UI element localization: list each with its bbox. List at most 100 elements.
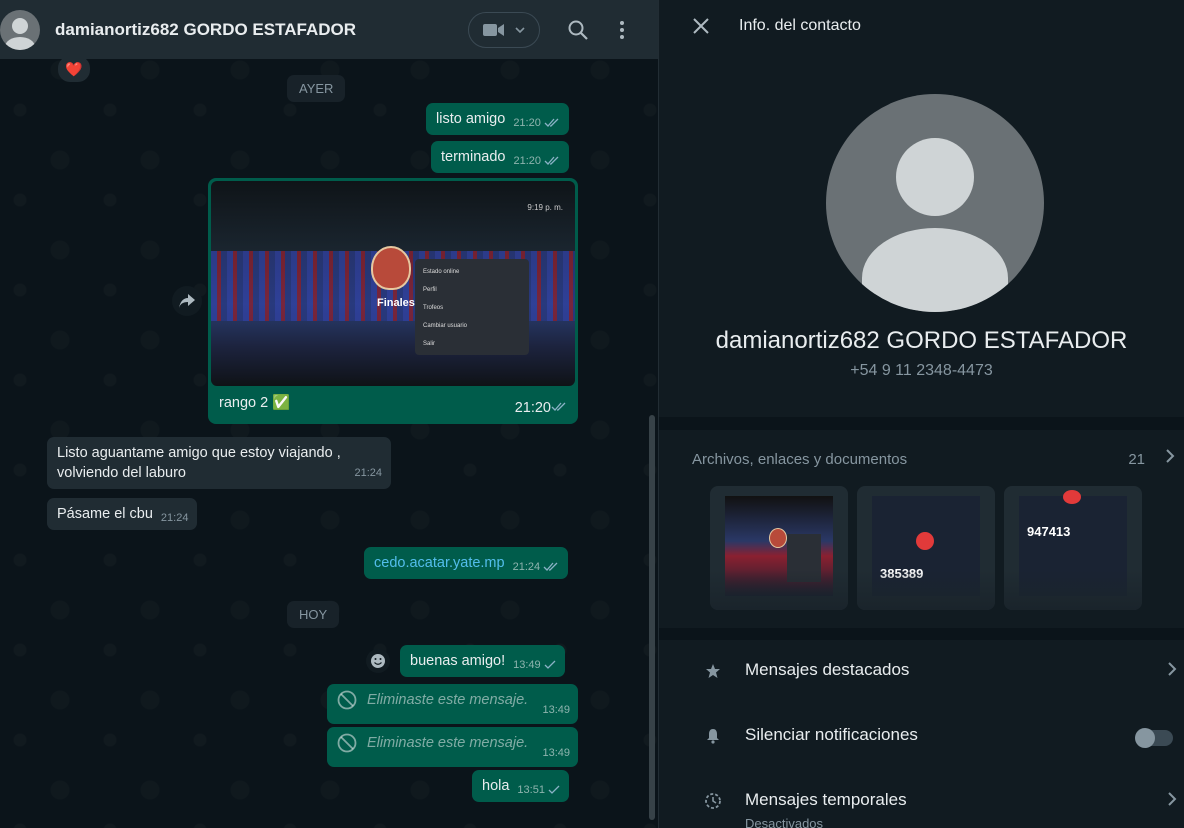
single-check-icon <box>544 660 556 669</box>
message-text: rango 2 ✅ <box>219 395 291 411</box>
starred-messages-row[interactable]: Mensajes destacados <box>659 640 1184 702</box>
chevron-right-icon <box>1168 792 1177 806</box>
photo-menu-item: Salir <box>423 341 436 347</box>
video-camera-icon <box>483 23 504 36</box>
profile-section: damianortiz682 GORDO ESTAFADOR +54 9 11 … <box>659 52 1184 417</box>
chevron-right-icon <box>1168 662 1177 676</box>
photo-attachment[interactable]: 9:19 p. m. Finales Estado online Perfil … <box>211 181 575 386</box>
ea-logo-icon <box>916 532 934 550</box>
media-count: 21 <box>1128 451 1145 468</box>
search-icon <box>568 20 588 40</box>
message-time: 21:20 <box>513 155 542 167</box>
message-deleted[interactable]: Eliminaste este mensaje. 13:49 <box>327 684 578 724</box>
message-outgoing[interactable]: cedo.acatar.yate.mp 21:24 <box>364 547 569 579</box>
emoji-react-button[interactable] <box>366 649 390 673</box>
shield-icon <box>769 528 787 548</box>
message-text: Eliminaste este mensaje. <box>367 735 529 751</box>
image-message[interactable]: 9:19 p. m. Finales Estado online Perfil … <box>208 178 578 424</box>
option-label: Mensajes destacados <box>745 660 910 679</box>
option-sublabel: Desactivados <box>745 816 824 828</box>
message-time: 13:49 <box>513 659 541 671</box>
video-call-button[interactable] <box>468 11 540 48</box>
blocked-icon <box>337 733 357 753</box>
heart-reaction: ❤️ <box>65 60 83 77</box>
blocked-icon <box>337 690 357 710</box>
single-check-icon <box>548 785 560 794</box>
photo-menu-item: Perfil <box>423 287 437 293</box>
media-thumbnail[interactable]: 947413 <box>1004 486 1142 610</box>
photo-clock: 9:19 p. m. <box>527 203 563 212</box>
chevron-right-icon <box>1166 449 1175 463</box>
double-check-icon <box>544 156 559 165</box>
photo-menu-item: Cambiar usuario <box>423 323 468 329</box>
message-time: 13:51 <box>517 784 545 796</box>
message-text: listo amigo <box>436 111 506 127</box>
forward-button[interactable] <box>172 286 202 316</box>
chevron-down-icon <box>515 26 525 33</box>
message-time: 21:24 <box>354 467 382 479</box>
contact-name: damianortiz682 GORDO ESTAFADOR <box>715 327 1128 354</box>
message-time: 21:24 <box>160 512 189 524</box>
message-incoming[interactable]: Listo aguantame amigo que estoy viajando… <box>47 437 391 489</box>
option-label: Silenciar notificaciones <box>745 725 918 744</box>
forward-icon <box>179 294 195 308</box>
options-section: Mensajes destacados Silenciar notificaci… <box>659 640 1184 828</box>
date-divider: AYER <box>287 75 346 102</box>
reaction-badge[interactable]: ❤️ <box>58 56 90 82</box>
message-link[interactable]: cedo.acatar.yate.mp <box>374 555 505 571</box>
message-outgoing[interactable]: terminado 21:20 <box>431 141 570 173</box>
message-text: buenas amigo! <box>410 653 506 669</box>
message-outgoing[interactable]: listo amigo 21:20 <box>426 103 569 135</box>
profile-avatar[interactable] <box>826 94 1044 312</box>
double-check-icon <box>543 562 558 571</box>
mute-toggle[interactable] <box>1135 728 1173 748</box>
close-icon <box>693 18 709 34</box>
message-deleted[interactable]: Eliminaste este mensaje. 13:49 <box>327 727 578 767</box>
contact-phone: +54 9 11 2348-4473 <box>850 362 993 379</box>
date-divider: HOY <box>287 601 340 628</box>
search-button[interactable] <box>558 10 598 50</box>
message-incoming[interactable]: Pásame el cbu 21:24 <box>47 498 198 530</box>
ea-logo-icon <box>1063 490 1081 504</box>
photo-menu-item: Estado online <box>423 269 460 275</box>
shield-icon <box>371 246 411 290</box>
message-time: 21:20 <box>514 400 551 416</box>
disappearing-messages-row[interactable]: Mensajes temporales Desactivados <box>659 770 1184 828</box>
message-text: Eliminaste este mensaje. <box>367 692 529 708</box>
chat-title[interactable]: damianortiz682 GORDO ESTAFADOR <box>55 20 468 40</box>
media-thumbnail[interactable] <box>710 486 848 610</box>
verification-code: 947413 <box>1027 524 1071 539</box>
info-header: Info. del contacto <box>659 0 1184 52</box>
double-check-icon <box>544 118 559 127</box>
message-time: 21:24 <box>512 561 541 573</box>
info-title: Info. del contacto <box>739 17 861 34</box>
close-button[interactable] <box>693 18 709 34</box>
message-outgoing[interactable]: buenas amigo! 13:49 <box>400 645 565 677</box>
photo-menu: Estado online Perfil Trofeos Cambiar usu… <box>415 259 529 355</box>
chat-scrollbar[interactable] <box>649 415 655 820</box>
photo-caption-word: Finales <box>377 297 415 309</box>
message-text: Listo aguantame amigo que estoy viajando… <box>57 445 341 481</box>
photo-menu-item: Trofeos <box>423 305 444 311</box>
chat-pane: damianortiz682 GORDO ESTAFADOR ❤️ AYER l… <box>0 0 658 828</box>
message-text: Pásame el cbu <box>57 506 153 522</box>
bell-icon <box>707 729 719 744</box>
media-chevron-button[interactable] <box>1165 448 1175 469</box>
menu-button[interactable] <box>602 10 642 50</box>
option-label: Mensajes temporales <box>745 790 907 809</box>
chat-header[interactable]: damianortiz682 GORDO ESTAFADOR <box>0 0 658 59</box>
media-thumbnail[interactable]: 385389 <box>857 486 995 610</box>
contact-info-panel: Info. del contacto damianortiz682 GORDO … <box>658 0 1184 828</box>
smiley-icon <box>371 654 385 668</box>
message-outgoing[interactable]: hola 13:51 <box>472 770 569 802</box>
media-link[interactable]: Archivos, enlaces y documentos <box>692 451 907 468</box>
more-vertical-icon <box>620 20 624 39</box>
mute-notifications-row[interactable]: Silenciar notificaciones <box>659 705 1184 767</box>
message-text: terminado <box>441 149 506 165</box>
media-section: Archivos, enlaces y documentos 21 385389 <box>659 430 1184 628</box>
message-text: hola <box>482 778 510 794</box>
avatar[interactable] <box>0 9 40 50</box>
double-check-icon <box>551 402 566 411</box>
star-icon <box>706 664 720 678</box>
message-time: 13:49 <box>542 747 570 759</box>
